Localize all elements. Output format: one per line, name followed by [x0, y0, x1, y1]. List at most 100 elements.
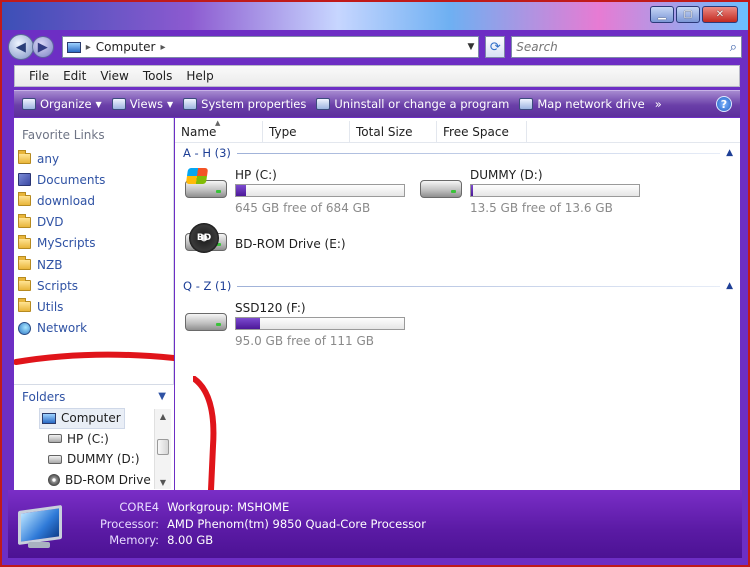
- drive-usage-bar: [470, 184, 640, 197]
- folder-icon: [18, 213, 31, 228]
- tree-item-computer[interactable]: Computer: [39, 408, 125, 429]
- favorite-link-label: download: [37, 193, 96, 208]
- views-button[interactable]: Views ▼: [111, 97, 173, 111]
- scrollbar-thumb[interactable]: [157, 439, 169, 455]
- menu-file[interactable]: File: [29, 69, 49, 83]
- favorite-link-dvd[interactable]: DVD: [14, 212, 173, 233]
- toolbar-overflow-button[interactable]: »: [655, 97, 662, 111]
- workgroup-value: MSHOME: [237, 500, 290, 515]
- drive-free-space: 95.0 GB free of 111 GB: [235, 334, 374, 348]
- group-header-a-h[interactable]: A - H (3) ▲: [183, 145, 733, 161]
- hard-drive-icon: [48, 454, 62, 464]
- chevron-up-icon[interactable]: ▲: [726, 281, 733, 291]
- chevron-down-icon[interactable]: ▼: [158, 391, 166, 402]
- column-header-label: Total Size: [356, 125, 413, 139]
- favorite-link-nzb[interactable]: NZB: [14, 254, 173, 275]
- uninstall-program-button[interactable]: Uninstall or change a program: [316, 97, 509, 111]
- folder-tree: Computer HP (C:) DUMMY (D:) BD-ROM Drive: [14, 408, 174, 490]
- favorite-link-scripts[interactable]: Scripts: [14, 275, 173, 296]
- scroll-up-icon[interactable]: ▲: [155, 409, 171, 423]
- refresh-button[interactable]: ⟳: [485, 36, 506, 58]
- help-button[interactable]: ?: [716, 96, 732, 112]
- computer-icon: [42, 412, 56, 424]
- memory-value: 8.00 GB: [167, 532, 214, 547]
- favorite-link-label: any: [37, 151, 60, 166]
- address-dropdown-icon[interactable]: ▼: [467, 42, 474, 52]
- column-header-name[interactable]: ▲ Name: [175, 119, 263, 143]
- sort-ascending-icon: ▲: [215, 119, 221, 127]
- maximize-button[interactable]: ▢: [676, 6, 700, 23]
- search-box[interactable]: ⌕: [511, 36, 742, 58]
- drive-hp-c[interactable]: HP (C:) 645 GB free of 684 GB: [183, 168, 423, 215]
- folders-pane-header[interactable]: Folders ▼: [14, 384, 174, 408]
- search-input[interactable]: [516, 40, 730, 54]
- drive-name: DUMMY (D:): [470, 168, 543, 182]
- uninstall-label: Uninstall or change a program: [334, 97, 510, 111]
- window-controls: ▁ ▢ ✕: [650, 6, 738, 23]
- menu-view[interactable]: View: [100, 69, 128, 83]
- folder-tree-scrollbar[interactable]: ▲ ▼: [154, 409, 171, 489]
- favorite-link-label: MyScripts: [37, 236, 96, 251]
- drive-ssd120-f[interactable]: SSD120 (F:) 95.0 GB free of 111 GB: [183, 301, 423, 348]
- workgroup-label: Workgroup:: [167, 500, 234, 515]
- minimize-button[interactable]: ▁: [650, 6, 674, 23]
- favorite-link-label: Scripts: [37, 278, 79, 293]
- favorite-link-utils[interactable]: Utils: [14, 296, 173, 317]
- breadcrumb-separator-icon[interactable]: ▸: [86, 42, 91, 53]
- favorite-link-network[interactable]: Network: [14, 318, 173, 339]
- column-header-type[interactable]: Type: [263, 121, 350, 143]
- back-button[interactable]: ◀: [8, 34, 34, 60]
- favorite-link-any[interactable]: any: [14, 148, 173, 169]
- column-header-label: Type: [269, 125, 297, 139]
- scroll-down-icon[interactable]: ▼: [155, 475, 171, 489]
- drive-bd-rom-e[interactable]: BD BD-ROM Drive (E:): [183, 221, 423, 261]
- favorite-link-myscripts[interactable]: MyScripts: [14, 233, 173, 254]
- folder-icon: [18, 277, 31, 292]
- system-properties-label: System properties: [201, 97, 307, 111]
- maximize-icon: ▢: [683, 9, 693, 20]
- favorite-link-documents[interactable]: Documents: [14, 169, 173, 190]
- hard-drive-icon: [183, 301, 229, 341]
- menu-edit[interactable]: Edit: [63, 69, 86, 83]
- menu-help[interactable]: Help: [186, 69, 213, 83]
- column-header-total-size[interactable]: Total Size: [350, 121, 437, 143]
- organize-button[interactable]: Organize ▼: [22, 97, 102, 111]
- folder-icon: [18, 234, 31, 249]
- favorite-links-list: any Documents download DVD MyScripts NZB…: [14, 148, 173, 339]
- hard-drive-icon: [418, 168, 464, 208]
- favorite-link-label: NZB: [37, 257, 63, 272]
- drive-dummy-d[interactable]: DUMMY (D:) 13.5 GB free of 13.6 GB: [418, 168, 658, 215]
- window-title-bar[interactable]: ▁ ▢ ✕: [0, 0, 750, 30]
- organize-label: Organize: [40, 97, 92, 111]
- forward-button[interactable]: ▶: [31, 36, 54, 58]
- drive-free-space: 645 GB free of 684 GB: [235, 201, 371, 215]
- back-arrow-icon: ◀: [15, 39, 26, 55]
- address-row: ◀ ▶ ▸ Computer ▸ ▼ ⟳ ⌕: [8, 33, 742, 61]
- breadcrumb-computer[interactable]: Computer: [96, 40, 156, 54]
- menu-tools[interactable]: Tools: [143, 69, 173, 83]
- views-icon: [111, 98, 126, 110]
- menu-bar: File Edit View Tools Help: [14, 65, 740, 87]
- windows-drive-icon: [48, 434, 62, 444]
- drive-name: HP (C:): [235, 168, 277, 182]
- column-header-free-space[interactable]: Free Space: [437, 121, 527, 143]
- chevron-up-icon[interactable]: ▲: [726, 148, 733, 158]
- folder-icon: [18, 298, 31, 313]
- documents-icon: [18, 173, 31, 187]
- memory-label: Memory:: [109, 532, 160, 547]
- address-bar[interactable]: ▸ Computer ▸ ▼: [61, 36, 480, 58]
- group-header-q-z[interactable]: Q - Z (1) ▲: [183, 278, 733, 294]
- search-icon[interactable]: ⌕: [730, 40, 737, 55]
- drive-free-space: 13.5 GB free of 13.6 GB: [470, 201, 613, 215]
- forward-arrow-icon: ▶: [37, 39, 48, 55]
- system-properties-button[interactable]: System properties: [183, 97, 306, 111]
- close-button[interactable]: ✕: [702, 6, 738, 23]
- file-list-pane: ▲ Name Type Total Size Free Space A - H (…: [175, 118, 740, 492]
- refresh-icon: ⟳: [489, 39, 501, 55]
- minimize-icon: ▁: [658, 9, 666, 20]
- uninstall-icon: [316, 98, 331, 110]
- breadcrumb-chevron-icon[interactable]: ▸: [160, 42, 165, 53]
- map-network-drive-button[interactable]: Map network drive: [519, 97, 645, 111]
- folder-icon: [18, 150, 31, 165]
- favorite-link-download[interactable]: download: [14, 190, 173, 211]
